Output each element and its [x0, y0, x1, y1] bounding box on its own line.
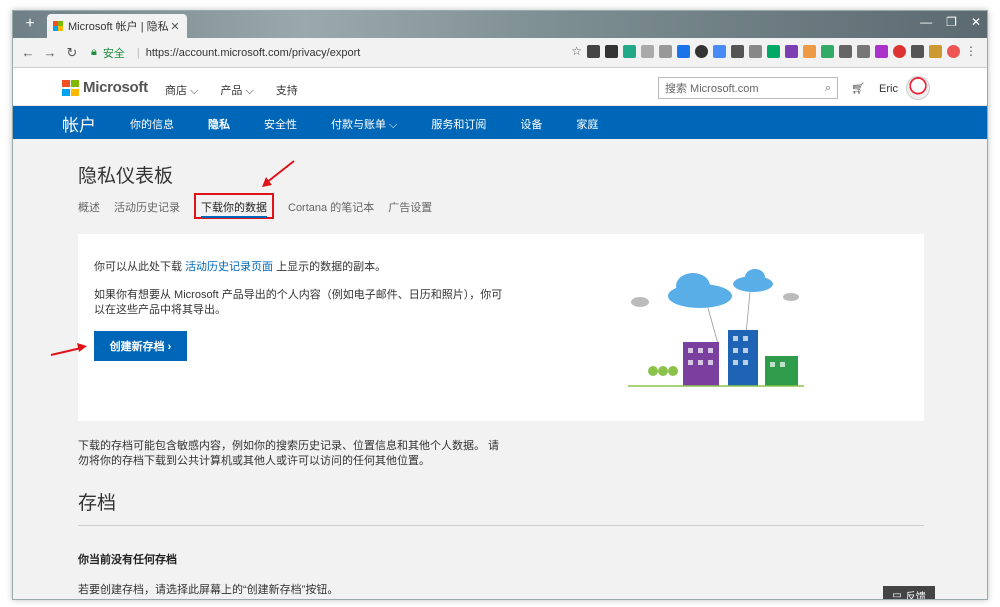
star-icon[interactable]: ☆ — [571, 44, 582, 58]
lock-icon: 🔒︎ — [91, 46, 97, 58]
extension-icon[interactable] — [677, 44, 690, 58]
feedback-icon: ▭ — [892, 589, 902, 600]
archive-heading: 存档 — [78, 493, 117, 514]
nav-item-support[interactable]: 支持 — [276, 82, 298, 98]
annotation-arrow-icon — [262, 160, 295, 187]
browser-window: + Microsoft 帐户 | 隐私 ✕ — ❐ ✕ ← → ↻ 🔒︎ 安全 … — [12, 10, 988, 600]
extension-icon[interactable] — [641, 44, 654, 58]
nav-item-devices[interactable]: 设备 — [520, 116, 542, 132]
nav-item-products[interactable]: 产品 ⌵ — [220, 82, 253, 98]
user-name[interactable]: Eric — [879, 83, 898, 95]
window-controls: — ❐ ✕ — [920, 15, 981, 29]
privacy-subnav: 概述 活动历史记录 下载你的数据 Cortana 的笔记本 广告设置 — [78, 193, 432, 219]
extension-icon[interactable] — [731, 44, 744, 58]
extension-icon[interactable] — [695, 44, 708, 58]
main-content: 隐私仪表板 概述 活动历史记录 下载你的数据 Cortana 的笔记本 广告设置… — [13, 139, 987, 600]
cart-icon[interactable]: 🛒︎ — [851, 82, 865, 95]
back-arrow-icon[interactable]: ← — [19, 45, 37, 60]
search-input[interactable]: 搜索 Microsoft.com ⌕ — [658, 77, 838, 99]
profile-extension-icon[interactable] — [947, 44, 960, 58]
search-placeholder: 搜索 Microsoft.com — [665, 83, 759, 95]
activity-history-link[interactable]: 活动历史记录页面 — [185, 261, 273, 273]
city-cloud-illustration — [628, 269, 804, 387]
address-bar: ← → ↻ 🔒︎ 安全 | https://account.microsoft.… — [13, 38, 987, 68]
microsoft-favicon-icon — [53, 21, 63, 31]
close-window-button[interactable]: ✕ — [971, 15, 981, 29]
account-nav: 帐户 你的信息 隐私 安全性 付款与账单 ⌵ 服务和订阅 设备 家庭 — [13, 106, 987, 139]
nav-item-your-info[interactable]: 你的信息 — [130, 116, 174, 132]
microsoft-logo[interactable]: Microsoft — [62, 79, 148, 96]
extension-icon[interactable] — [767, 44, 780, 58]
extension-icon[interactable] — [911, 44, 924, 58]
nav-item-services-subscriptions[interactable]: 服务和订阅 — [431, 116, 486, 132]
extension-icon[interactable] — [623, 44, 636, 58]
extension-icon[interactable] — [857, 44, 870, 58]
extension-icon[interactable] — [893, 44, 906, 58]
secure-label: 安全 — [102, 47, 125, 60]
tab-download-your-data[interactable]: 下载你的数据 — [194, 193, 274, 219]
header-nav: 商店 ⌵ 产品 ⌵ 支持 — [165, 82, 298, 98]
search-icon[interactable]: ⌕ — [825, 82, 831, 95]
divider — [78, 525, 924, 526]
browser-tab[interactable]: Microsoft 帐户 | 隐私 ✕ — [47, 14, 187, 38]
extension-icon[interactable] — [713, 44, 726, 58]
intro-text-before: 你可以从此处下载 — [94, 261, 182, 273]
new-tab-button[interactable]: + — [21, 15, 39, 33]
url-separator: | — [136, 46, 140, 59]
extension-icon[interactable] — [875, 44, 888, 58]
brand-name: Microsoft — [83, 79, 148, 96]
reload-icon[interactable]: ↻ — [63, 45, 81, 61]
minimize-button[interactable]: — — [920, 15, 932, 29]
extension-icon[interactable] — [785, 44, 798, 58]
avatar[interactable] — [906, 76, 930, 100]
close-tab-icon[interactable]: ✕ — [169, 20, 181, 33]
nav-item-family[interactable]: 家庭 — [576, 116, 598, 132]
feedback-label: 反馈 — [905, 591, 926, 600]
restore-button[interactable]: ❐ — [946, 15, 957, 29]
tab-activity-history[interactable]: 活动历史记录 — [114, 199, 180, 219]
export-card: 你可以从此处下载 活动历史记录页面 上显示的数据的副本。 如果你有想要从 Mic… — [78, 234, 924, 421]
menu-kebab-icon[interactable]: ⋮ — [965, 44, 977, 58]
tab-overview[interactable]: 概述 — [78, 199, 100, 219]
sensitive-content-note: 下载的存档可能包含敏感内容，例如你的搜索历史记录、位置信息和其他个人数据。 请勿… — [78, 440, 500, 467]
no-archives-title: 你当前没有任何存档 — [78, 554, 177, 566]
create-archive-button[interactable]: 创建新存档 › — [94, 331, 187, 361]
intro-text-after: 上显示的数据的副本。 — [276, 261, 387, 273]
export-info-text: 如果你有想要从 Microsoft 产品导出的个人内容（例如电子邮件、日历和照片… — [94, 289, 503, 316]
account-nav-items: 你的信息 隐私 安全性 付款与账单 ⌵ 服务和订阅 设备 家庭 — [130, 116, 632, 132]
extension-icon[interactable] — [605, 44, 618, 58]
intro-text: 你可以从此处下载 活动历史记录页面 上显示的数据的副本。 — [94, 258, 386, 274]
feedback-button[interactable]: ▭ 反馈 — [883, 586, 935, 600]
extension-icon[interactable] — [821, 44, 834, 58]
extension-icon[interactable] — [659, 44, 672, 58]
pocket-extension-icon[interactable] — [587, 44, 600, 58]
tab-bar: + Microsoft 帐户 | 隐私 ✕ — ❐ ✕ — [13, 11, 987, 38]
no-archives-instructions: 若要创建存档，请选择此屏幕上的“创建新存档”按钮。 — [78, 584, 339, 596]
site-header: Microsoft 商店 ⌵ 产品 ⌵ 支持 搜索 Microsoft.com … — [13, 68, 987, 106]
nav-item-payment-billing[interactable]: 付款与账单 ⌵ — [331, 116, 397, 132]
nav-item-privacy[interactable]: 隐私 — [208, 116, 230, 132]
extension-icon[interactable] — [929, 44, 942, 58]
page-title: 隐私仪表板 — [78, 166, 174, 187]
nav-item-store[interactable]: 商店 ⌵ — [165, 82, 198, 98]
annotation-arrow-icon — [50, 343, 87, 356]
nav-item-security[interactable]: 安全性 — [264, 116, 297, 132]
url-field[interactable]: 🔒︎ 安全 | https://account.microsoft.com/pr… — [91, 42, 360, 64]
tab-ad-settings[interactable]: 广告设置 — [388, 199, 432, 219]
extension-icon[interactable] — [749, 44, 762, 58]
url-text: https://account.microsoft.com/privacy/ex… — [145, 46, 361, 59]
microsoft-logo-icon — [62, 79, 79, 96]
tab-download-label: 下载你的数据 — [201, 202, 267, 218]
account-title[interactable]: 帐户 — [62, 111, 96, 136]
extension-icon[interactable] — [803, 44, 816, 58]
tab-title: Microsoft 帐户 | 隐私 — [68, 21, 169, 33]
extension-icon[interactable] — [839, 44, 852, 58]
tab-cortana-notebook[interactable]: Cortana 的笔记本 — [288, 199, 374, 219]
forward-arrow-icon[interactable]: → — [41, 45, 59, 60]
extension-toolbar: ☆ ⋮ — [571, 44, 977, 58]
